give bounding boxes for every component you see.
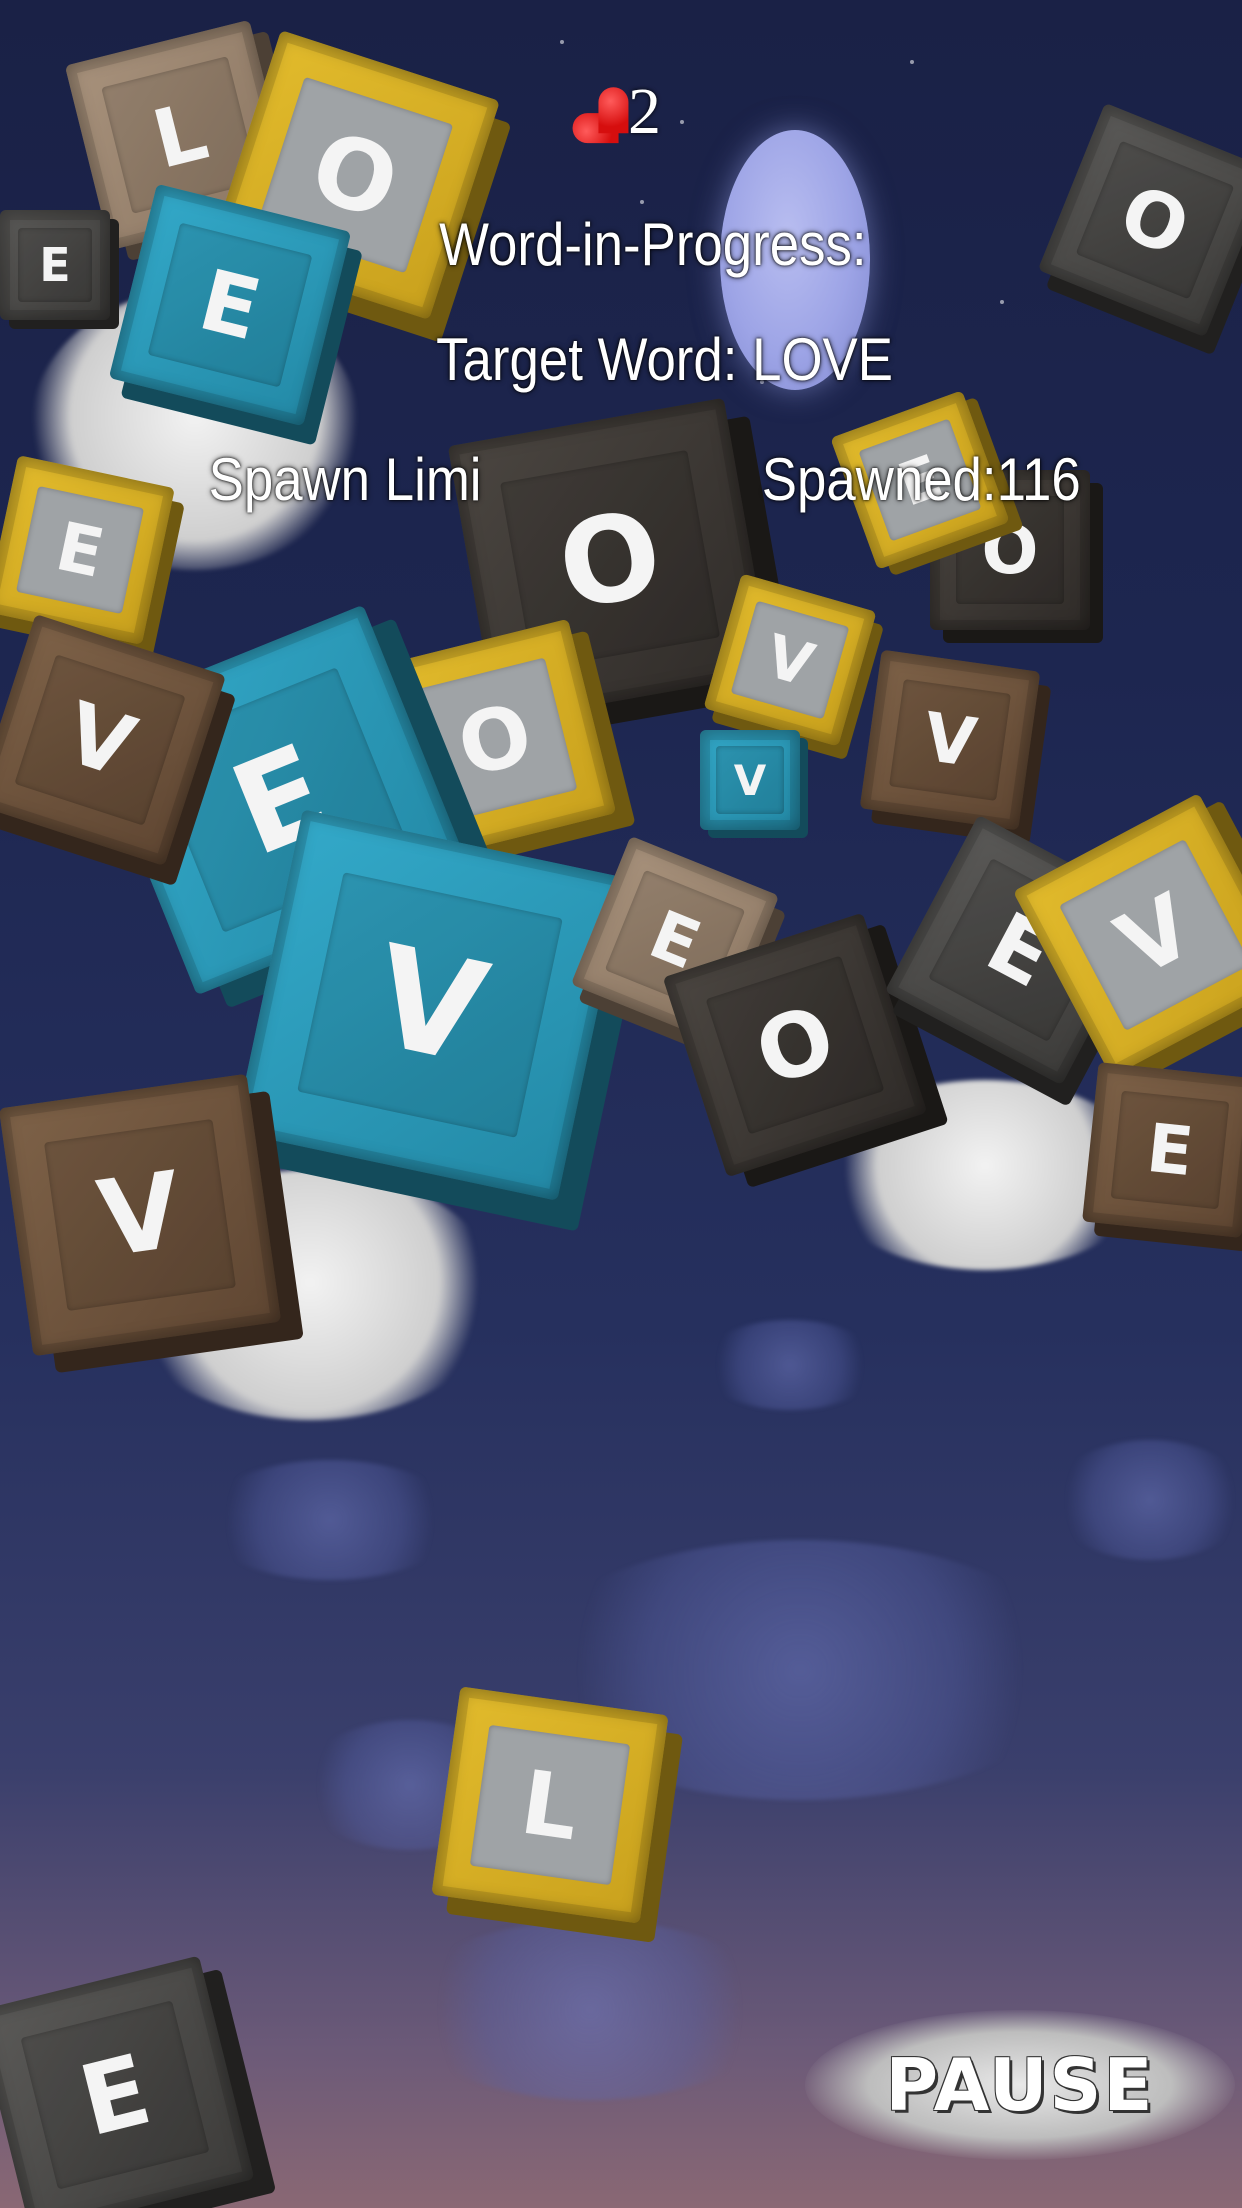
letter-cube[interactable]: V [234,809,647,1233]
letter-cube[interactable]: E [0,455,185,661]
pause-control: PAUSE [805,2010,1235,2160]
cube-letter: V [91,1148,189,1282]
cube-letter: V [733,755,767,805]
word-in-progress-label: Word-in-Progress: [439,211,867,278]
cube-face: L [431,1686,669,1924]
pause-button[interactable]: PAUSE [805,2010,1235,2160]
letter-cube[interactable]: E [0,1955,277,2208]
cube-face: V [700,730,800,830]
cube-letter: V [918,697,982,783]
star [680,120,684,124]
letter-cube[interactable]: V [700,730,808,838]
cube-face: E [1082,1062,1242,1238]
cube-letter: E [39,238,71,292]
cube-face: V [234,809,626,1201]
cube-letter: E [1143,1108,1197,1192]
star [560,40,564,44]
lives-count: 2 [628,75,661,148]
cube-face: V [859,649,1041,831]
letter-cube[interactable]: O [1037,102,1242,356]
letter-cube[interactable]: V [859,649,1052,845]
cube-face: E [0,210,110,320]
letter-cube[interactable]: V [0,1073,304,1374]
star [910,60,914,64]
cloud [700,1320,880,1410]
spawned-count-label: Spawned:116 [761,446,1081,513]
letter-cube[interactable]: V [0,613,237,887]
star [640,200,644,204]
cube-face: O [1037,102,1242,338]
spawn-limit-label: Spawn Limi [208,446,482,513]
letter-cube[interactable]: E [1082,1062,1242,1252]
letter-cube[interactable]: E [0,210,119,329]
cloud [400,1920,780,2100]
star [1000,300,1004,304]
cube-face: V [0,1073,282,1357]
cloud [200,1460,460,1580]
target-word-label: Target Word: LOVE [436,326,893,393]
cloud [1050,1440,1242,1560]
lives-indicator: 2 [580,74,661,150]
letter-cube[interactable]: L [431,1686,683,1943]
